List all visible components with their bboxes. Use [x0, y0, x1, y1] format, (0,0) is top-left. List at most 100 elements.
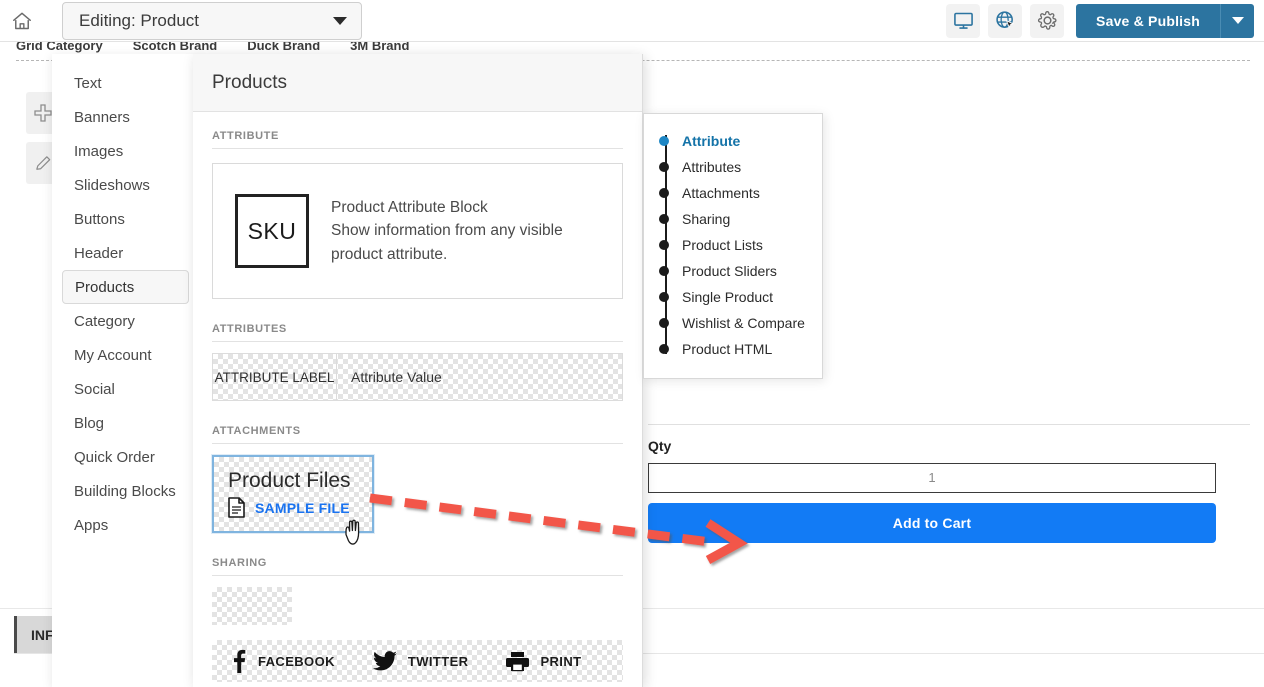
section-label-attributes: ATTRIBUTES	[212, 323, 623, 342]
sidebar-item-label: Products	[75, 278, 135, 296]
sidebar-item-category[interactable]: Category	[62, 304, 189, 338]
twitter-icon	[372, 651, 397, 671]
gear-icon	[1037, 11, 1057, 30]
sidebar-item-label: Social	[74, 380, 115, 398]
section-label-attribute: ATTRIBUTE	[212, 130, 623, 149]
editing-context-select[interactable]: Editing: Product	[62, 1, 362, 40]
globe-cursor-icon	[995, 11, 1014, 29]
sidebar-item-buttons[interactable]: Buttons	[62, 202, 189, 236]
attachment-file-row[interactable]: SAMPLE FILE	[228, 497, 358, 518]
panel-body: ATTRIBUTE SKU Product Attribute Block Sh…	[193, 112, 642, 682]
plus-icon	[34, 104, 52, 122]
sidebar-item-images[interactable]: Images	[62, 134, 189, 168]
products-panel: Products ATTRIBUTE SKU Product Attribute…	[193, 54, 643, 687]
sidebar-item-my-account[interactable]: My Account	[62, 338, 189, 372]
bullet-dot-icon	[659, 162, 669, 172]
sidebar-item-label: Quick Order	[74, 448, 155, 466]
sku-badge: SKU	[235, 194, 309, 268]
save-publish-dropdown-button[interactable]	[1220, 3, 1254, 38]
sidebar-item-label: Category	[74, 312, 135, 330]
attribute-value-cell: Attribute Value	[351, 369, 442, 385]
sidebar-item-slideshows[interactable]: Slideshows	[62, 168, 189, 202]
qty-label: Qty	[648, 438, 672, 454]
sidebar-item-label: My Account	[74, 346, 152, 364]
facebook-icon	[234, 649, 246, 673]
bullet-dot-icon	[659, 292, 669, 302]
share-twitter-button[interactable]: TWITTER	[355, 640, 489, 682]
sidebar-item-social[interactable]: Social	[62, 372, 189, 406]
flyout-item-label: Single Product	[682, 289, 774, 305]
sidebar-item-label: Buttons	[74, 210, 125, 228]
settings-button[interactable]	[1030, 3, 1065, 38]
flyout-item-single-product[interactable]: Single Product	[659, 284, 822, 310]
view-live-site-button[interactable]	[988, 3, 1023, 38]
desktop-preview-icon	[953, 12, 973, 29]
flyout-item-label: Product Lists	[682, 237, 763, 253]
product-attribute-block-card[interactable]: SKU Product Attribute Block Show informa…	[212, 163, 623, 299]
bullet-dot-icon	[659, 266, 669, 276]
attribute-card-title: Product Attribute Block	[331, 198, 488, 216]
sidebar-item-label: Apps	[74, 516, 109, 534]
attribute-card-text: Product Attribute Block Show information…	[331, 196, 600, 267]
chevron-down-icon	[333, 16, 347, 25]
app-root: Grid Category Scotch Brand Duck Brand 3M…	[0, 0, 1264, 687]
desktop-preview-button[interactable]	[946, 3, 981, 38]
sharing-thumb-placeholder	[212, 587, 292, 625]
section-label-attachments: ATTACHMENTS	[212, 425, 623, 444]
flyout-item-label: Wishlist & Compare	[682, 315, 805, 331]
flyout-item-attributes[interactable]: Attributes	[659, 154, 822, 180]
share-print-label: PRINT	[540, 653, 582, 669]
section-divider	[648, 424, 1250, 425]
sidebar-item-label: Blog	[74, 414, 105, 432]
editing-context-label: Editing: Product	[79, 10, 200, 30]
flyout-item-label: Product HTML	[682, 341, 773, 357]
bullet-dot-icon	[659, 318, 669, 328]
top-toolbar: Editing: Product Save & Publish	[0, 0, 1264, 42]
flyout-item-label: Sharing	[682, 211, 731, 227]
share-facebook-label: FACEBOOK	[258, 653, 335, 669]
section-label-sharing: SHARING	[212, 557, 623, 576]
document-icon	[228, 497, 245, 518]
attachments-block-preview[interactable]: Product Files SAMPLE FILE	[212, 455, 374, 533]
bullet-dot-icon	[659, 136, 669, 146]
bullet-dot-icon	[659, 214, 669, 224]
sidebar-item-building-blocks[interactable]: Building Blocks	[62, 474, 189, 508]
flyout-item-label: Attribute	[682, 133, 741, 149]
flyout-item-product-html[interactable]: Product HTML	[659, 336, 822, 362]
flyout-item-attachments[interactable]: Attachments	[659, 180, 822, 206]
home-button[interactable]	[0, 0, 44, 42]
sidebar-item-label: Header	[74, 244, 124, 262]
flyout-list: Attribute Attributes Attachments Sharing…	[644, 128, 822, 362]
sidebar-item-header[interactable]: Header	[62, 236, 189, 270]
sidebar-item-blog[interactable]: Blog	[62, 406, 189, 440]
share-facebook-button[interactable]: FACEBOOK	[212, 640, 355, 682]
flyout-item-product-sliders[interactable]: Product Sliders	[659, 258, 822, 284]
sidebar-item-text[interactable]: Text	[62, 66, 189, 100]
save-publish-button[interactable]: Save & Publish	[1076, 3, 1220, 38]
add-to-cart-button[interactable]: Add to Cart	[648, 503, 1216, 543]
sidebar-item-label: Building Blocks	[74, 482, 176, 500]
sidebar-item-label: Banners	[74, 108, 130, 126]
sidebar-item-products[interactable]: Products	[62, 270, 189, 304]
block-library-sidebar: Text Banners Images Slideshows Buttons H…	[52, 54, 200, 687]
flyout-item-sharing[interactable]: Sharing	[659, 206, 822, 232]
attributes-block-preview[interactable]: ATTRIBUTE LABEL Attribute Value	[212, 353, 623, 401]
sidebar-item-apps[interactable]: Apps	[62, 508, 189, 542]
printer-icon	[506, 651, 530, 671]
toolbar-actions: Save & Publish	[946, 3, 1264, 38]
sidebar-item-quick-order[interactable]: Quick Order	[62, 440, 189, 474]
qty-input[interactable]: 1	[648, 463, 1216, 493]
attachment-file-name: SAMPLE FILE	[255, 499, 350, 516]
share-print-button[interactable]: PRINT	[488, 640, 601, 682]
chevron-down-icon	[1231, 17, 1244, 24]
sidebar-item-label: Slideshows	[74, 176, 150, 194]
panel-title: Products	[193, 54, 642, 112]
flyout-item-attribute[interactable]: Attribute	[659, 128, 822, 154]
flyout-item-wishlist-compare[interactable]: Wishlist & Compare	[659, 310, 822, 336]
sidebar-item-banners[interactable]: Banners	[62, 100, 189, 134]
flyout-item-product-lists[interactable]: Product Lists	[659, 232, 822, 258]
bullet-dot-icon	[659, 188, 669, 198]
save-publish-group: Save & Publish	[1076, 3, 1254, 38]
products-flyout-menu: Attribute Attributes Attachments Sharing…	[643, 113, 823, 379]
sharing-buttons-row: FACEBOOK TWITTER PRINT	[212, 640, 623, 682]
